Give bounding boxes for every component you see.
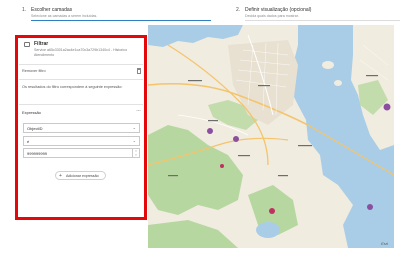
step-number: 2. xyxy=(236,7,241,13)
basemap[interactable] xyxy=(148,25,394,248)
filter-icon xyxy=(24,42,30,47)
operator-select[interactable]: é ⌄ xyxy=(23,136,140,146)
chevron-down-icon: ⌄ xyxy=(132,125,136,130)
value-input[interactable]: 999999999 ˄ ˅ xyxy=(23,148,140,158)
filter-title: Filtrar xyxy=(34,41,49,47)
step-title: Definir visualização (opcional) xyxy=(245,7,312,13)
field-select-value: ObjectID xyxy=(27,126,43,131)
filter-result-text: Os resultados do filtro correspondem à s… xyxy=(22,85,123,89)
step-title: Escolher camadas xyxy=(31,7,73,13)
number-stepper[interactable]: ˄ ˅ xyxy=(132,149,139,157)
add-expression-label: Adicionar expressão xyxy=(66,173,99,178)
divider xyxy=(19,64,143,65)
divider xyxy=(19,79,143,80)
more-options-icon[interactable]: ··· xyxy=(136,108,141,114)
value-input-text: 999999999 xyxy=(27,151,48,156)
step-progress-line xyxy=(31,20,211,21)
operator-select-value: é xyxy=(27,139,30,144)
filter-layer-name: Service a65c3301a2ac4e1ca70c3a729b1340c4… xyxy=(34,48,128,57)
plus-icon: + xyxy=(59,172,62,179)
step-subtitle: Decida quais dados para mostrar. xyxy=(245,14,299,18)
step-progress-line xyxy=(245,20,400,21)
map-view[interactable]: Esri xyxy=(148,25,394,248)
step-subtitle: Selecione as camadas a serem incluídas. xyxy=(31,14,98,18)
field-select[interactable]: ObjectID ⌄ xyxy=(23,123,140,133)
divider xyxy=(19,104,143,105)
trash-icon[interactable] xyxy=(137,68,141,74)
map-attribution: Esri xyxy=(381,241,388,246)
remove-filter-link[interactable]: Remover filtro xyxy=(22,69,46,73)
step-number: 1. xyxy=(22,7,27,13)
add-expression-button[interactable]: + Adicionar expressão xyxy=(55,171,106,180)
wizard-steps: 1. Escolher camadas Selecione as camadas… xyxy=(0,0,400,28)
chevron-down-icon: ⌄ xyxy=(132,138,136,143)
expression-label: Expressão xyxy=(22,110,41,115)
